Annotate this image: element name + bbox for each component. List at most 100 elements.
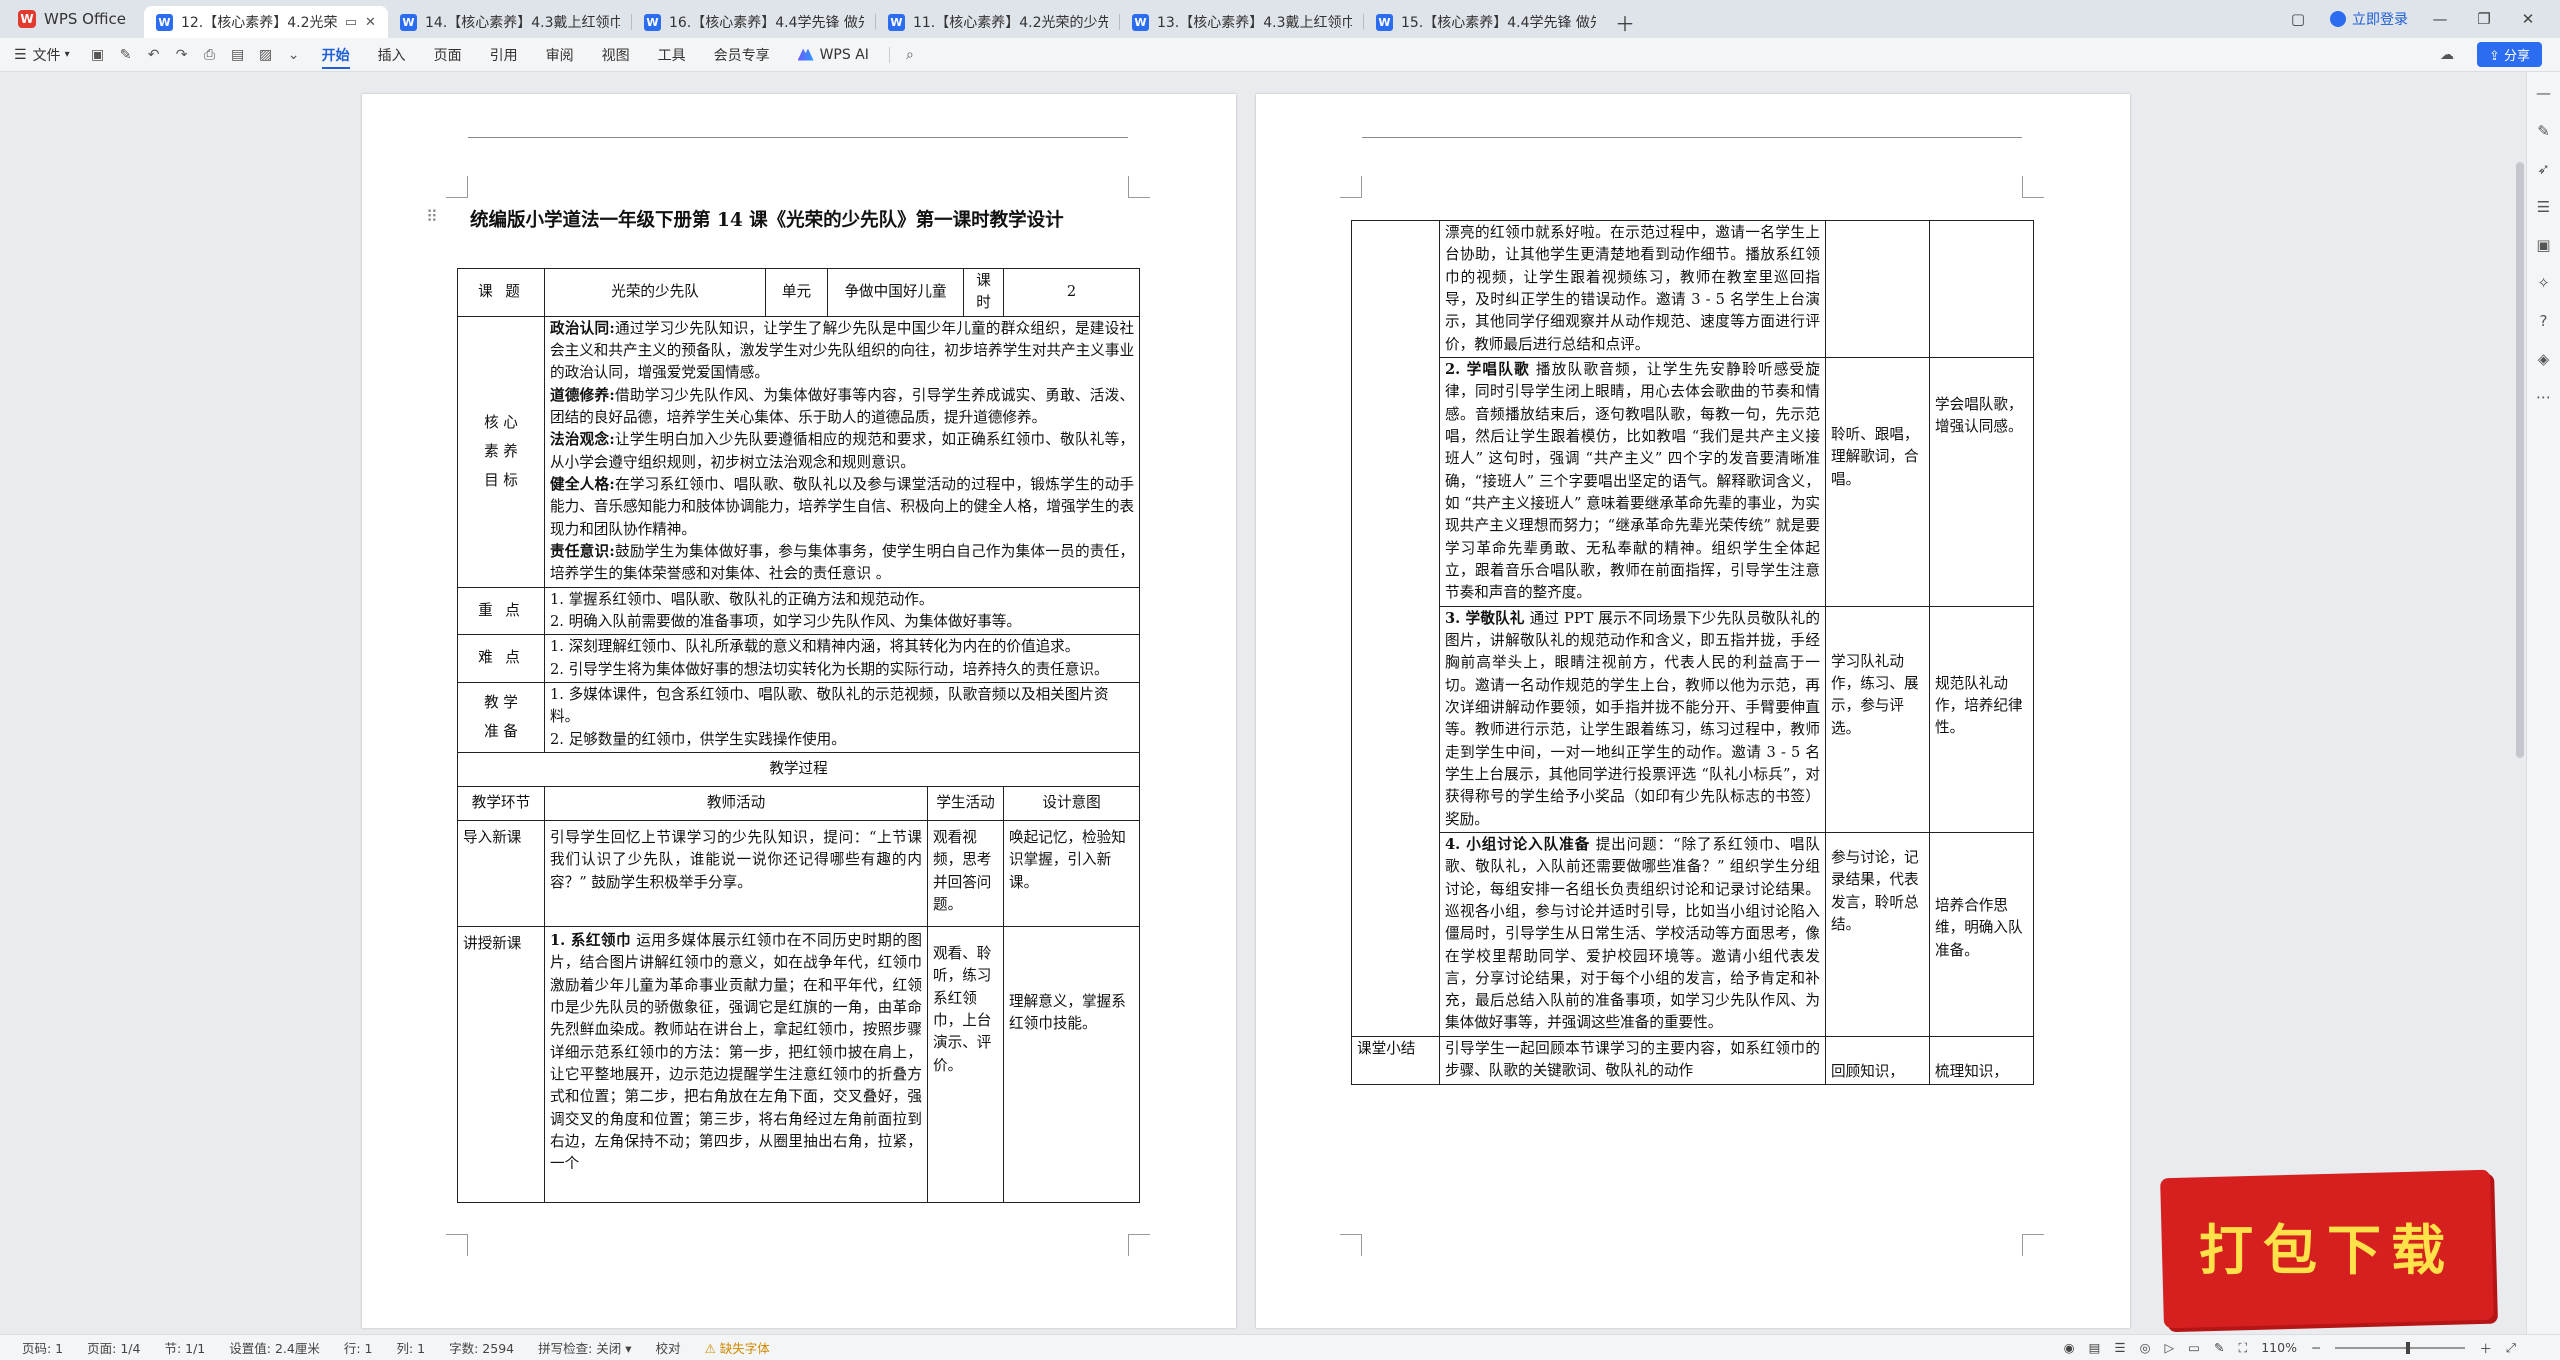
- format-painter-icon[interactable]: ✎: [112, 38, 140, 72]
- close-tab-icon[interactable]: ✕: [365, 15, 376, 30]
- doc-tab-12[interactable]: W 12.【核心素养】4.2光荣的少先 ▭ ✕: [143, 6, 388, 38]
- close-window-icon[interactable]: ✕: [2516, 10, 2540, 28]
- zoom-out-icon[interactable]: −: [2311, 1340, 2321, 1355]
- teacher-activity[interactable]: 1. 系红领巾 运用多媒体展示红领巾在不同历史时期的图片，结合图片讲解红领巾的意…: [543, 925, 929, 1203]
- student-activity[interactable]: 观看视频，思考并回答问题。: [927, 819, 1005, 927]
- pen-icon[interactable]: ✎: [2535, 122, 2553, 140]
- difficulty-content[interactable]: 1. 深刻理解红领巾、队礼所承载的意义和精神内涵，将其转化为内在的价值追求。 2.…: [543, 634, 1141, 683]
- web-view-icon[interactable]: ◎: [2140, 1340, 2151, 1355]
- image-icon[interactable]: ▨: [252, 38, 280, 72]
- magic-wand-icon[interactable]: ✧: [2535, 274, 2553, 292]
- document-workspace[interactable]: ⠿ 统编版小学道法一年级下册第 14 课《光荣的少先队》第一课时教学设计 课 题…: [0, 72, 2560, 1334]
- wps-ai-button[interactable]: WPS AI: [784, 47, 883, 63]
- print-icon[interactable]: ⎙: [196, 38, 224, 72]
- cloud-sync-icon[interactable]: ☁: [2433, 38, 2461, 72]
- edit-mode-icon[interactable]: ✎: [2214, 1340, 2224, 1355]
- more-icon[interactable]: ⋯: [2535, 388, 2553, 406]
- tab-reference[interactable]: 引用: [476, 38, 532, 72]
- zoom-slider-knob[interactable]: [2405, 1341, 2410, 1354]
- fullscreen-icon[interactable]: ⤢: [2506, 1340, 2516, 1356]
- lesson-plan-table-cont[interactable]: 漂亮的红领巾就系好啦。在示范过程中，邀请一名学生上台协助，让其他学生更清楚地看到…: [1351, 220, 2034, 1086]
- period-value[interactable]: 2: [1003, 268, 1141, 317]
- search-icon[interactable]: ⌕: [896, 38, 924, 72]
- unit-value[interactable]: 争做中国好儿童: [827, 268, 965, 317]
- redo-icon[interactable]: ↷: [168, 38, 196, 72]
- drag-handle-icon[interactable]: ⠿: [426, 207, 438, 226]
- student-activity[interactable]: 学习队礼动作，练习、展示，参与评选。: [1825, 605, 1930, 833]
- tab-insert[interactable]: 插入: [364, 38, 420, 72]
- doc-tab-15[interactable]: W 15.【核心素养】4.4学先锋 做先锋 第: [1364, 6, 1608, 38]
- file-menu[interactable]: ☰ 文件 ▾: [0, 38, 84, 72]
- page-view-icon[interactable]: ▤: [2089, 1340, 2101, 1355]
- collapse-icon[interactable]: —: [2535, 84, 2553, 102]
- outline-view-icon[interactable]: ☰: [2114, 1340, 2125, 1355]
- teacher-activity[interactable]: 引导学生回忆上节课学习的少先队知识，提问：“上节课我们认识了少先队，谁能说一说你…: [543, 819, 929, 927]
- teacher-activity[interactable]: 4. 小组讨论入队准备 提出问题：“除了系红领巾、唱队歌、敬队礼，入队前还需要做…: [1439, 831, 1826, 1037]
- export-pdf-icon[interactable]: ▤: [224, 38, 252, 72]
- design-intent[interactable]: 培养合作思维，明确入队准备。: [1929, 831, 2034, 1037]
- lesson-plan-table[interactable]: 课 题 光荣的少先队 单元 争做中国好儿童 课时 2 核 心 素 养 目 标 政…: [456, 268, 1141, 1203]
- topic-value[interactable]: 光荣的少先队: [543, 268, 767, 317]
- doc-tab-11[interactable]: W 11.【核心素养】4.2光荣的少先队 第: [876, 6, 1120, 38]
- document-page-2[interactable]: 漂亮的红领巾就系好啦。在示范过程中，邀请一名学生上台协助，让其他学生更清楚地看到…: [1256, 94, 2130, 1328]
- window-layout-icon[interactable]: ▢: [2286, 10, 2310, 28]
- teacher-activity[interactable]: 2. 学唱队歌 播放队歌音频，让学生先安静聆听感受旋律，同时引导学生闭上眼睛，用…: [1439, 356, 1826, 607]
- more-chevron-icon[interactable]: ⌄: [280, 38, 308, 72]
- teacher-activity[interactable]: 引导学生一起回顾本节课学习的主要内容，如系红领巾的步骤、队歌的关键歌词、敬队礼的…: [1439, 1035, 1826, 1086]
- tab-view[interactable]: 视图: [588, 38, 644, 72]
- doc-tab-13[interactable]: W 13.【核心素养】4.3戴上红领巾 第1课: [1120, 6, 1364, 38]
- help-icon[interactable]: ?: [2535, 312, 2553, 330]
- teacher-activity[interactable]: 漂亮的红领巾就系好啦。在示范过程中，邀请一名学生上台协助，让其他学生更清楚地看到…: [1439, 220, 1826, 358]
- puzzle-icon[interactable]: ◈: [2535, 350, 2553, 368]
- eye-protect-icon[interactable]: ◉: [2064, 1340, 2075, 1355]
- cursor-icon[interactable]: ➶: [2535, 160, 2553, 178]
- student-activity[interactable]: 回顾知识，: [1825, 1035, 1930, 1086]
- tab-tools[interactable]: 工具: [644, 38, 700, 72]
- new-tab-button[interactable]: ＋: [1608, 6, 1642, 38]
- settings-sliders-icon[interactable]: ☰: [2535, 198, 2553, 216]
- vertical-scrollbar[interactable]: [2516, 162, 2524, 758]
- status-spellcheck[interactable]: 拼写检查: 关闭 ▾: [526, 1338, 643, 1357]
- zoom-in-icon[interactable]: ＋: [2479, 1338, 2492, 1357]
- student-activity[interactable]: 观看、聆听，练习系红领巾，上台演示、评价。: [927, 925, 1005, 1203]
- tab-monitor-icon[interactable]: ▭: [345, 15, 357, 30]
- status-page[interactable]: 页码: 1: [10, 1338, 75, 1357]
- status-section[interactable]: 节: 1/1: [152, 1338, 217, 1357]
- teacher-activity[interactable]: 3. 学敬队礼 通过 PPT 展示不同场景下少先队员敬队礼的图片，讲解敬队礼的规…: [1439, 605, 1826, 833]
- key-point-content[interactable]: 1. 掌握系红领巾、唱队歌、敬队礼的正确方法和规范动作。 2. 明确入队前需要做的…: [543, 586, 1141, 636]
- status-col[interactable]: 列: 1: [384, 1338, 437, 1357]
- undo-icon[interactable]: ↶: [140, 38, 168, 72]
- status-setting[interactable]: 设置值: 2.4厘米: [217, 1338, 332, 1357]
- tab-home[interactable]: 开始: [308, 38, 364, 72]
- status-words[interactable]: 字数: 2594: [437, 1338, 526, 1357]
- design-intent[interactable]: 梳理知识，: [1929, 1035, 2034, 1086]
- image-tool-icon[interactable]: ▣: [2535, 236, 2553, 254]
- login-button[interactable]: 立即登录: [2330, 9, 2408, 29]
- design-intent[interactable]: 理解意义，掌握系红领巾技能。: [1003, 925, 1141, 1203]
- design-intent[interactable]: [1929, 220, 2034, 358]
- status-pages[interactable]: 页面: 1/4: [75, 1338, 152, 1357]
- zoom-value[interactable]: 110%: [2261, 1340, 2297, 1355]
- document-title[interactable]: 统编版小学道法一年级下册第 14 课《光荣的少先队》第一课时教学设计: [470, 206, 1160, 232]
- minimize-icon[interactable]: —: [2428, 10, 2452, 28]
- tab-page[interactable]: 页面: [420, 38, 476, 72]
- design-intent[interactable]: 唤起记忆，检验知识掌握，引入新课。: [1003, 819, 1141, 927]
- missing-font-indicator[interactable]: ⚠ 缺失字体: [693, 1338, 782, 1357]
- student-activity[interactable]: [1825, 220, 1930, 358]
- status-row[interactable]: 行: 1: [332, 1338, 385, 1357]
- prep-content[interactable]: 1. 多媒体课件，包含系红领巾、唱队歌、敬队礼的示范视频，队歌音频以及相关图片资…: [543, 681, 1141, 753]
- doc-tab-16[interactable]: W 16.【核心素养】4.4学先锋 做先锋 第: [632, 6, 876, 38]
- download-badge[interactable]: 打包下载: [2160, 1169, 2494, 1329]
- doc-tab-14[interactable]: W 14.【核心素养】4.3戴上红领巾 第2课: [388, 6, 632, 38]
- core-goal-content[interactable]: 政治认同:通过学习少先队知识，让学生了解少先队是中国少年儿童的群众组织，是建设社…: [543, 315, 1141, 588]
- tab-review[interactable]: 审阅: [532, 38, 588, 72]
- status-proof[interactable]: 校对: [644, 1338, 693, 1357]
- share-button[interactable]: ⇪ 分享: [2476, 42, 2542, 67]
- tab-member[interactable]: 会员专享: [700, 38, 784, 72]
- design-intent[interactable]: 规范队礼动作，培养纪律性。: [1929, 605, 2034, 833]
- design-intent[interactable]: 学会唱队歌，增强认同感。: [1929, 356, 2034, 607]
- read-mode-icon[interactable]: ▭: [2188, 1340, 2200, 1355]
- document-page-1[interactable]: ⠿ 统编版小学道法一年级下册第 14 课《光荣的少先队》第一课时教学设计 课 题…: [362, 94, 1236, 1328]
- student-activity[interactable]: 参与讨论，记录结果，代表发言，聆听总结。: [1825, 831, 1930, 1037]
- wps-home-tab[interactable]: W WPS Office: [0, 0, 144, 38]
